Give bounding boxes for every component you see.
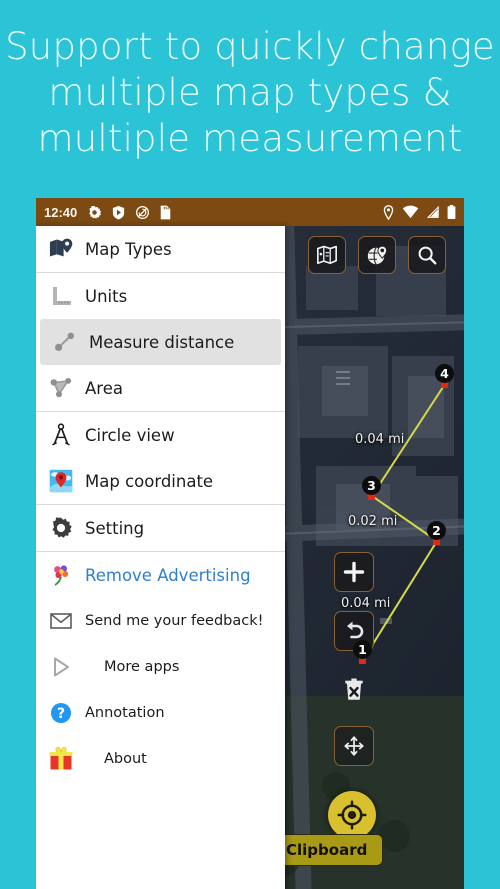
distance-label-2-3: 0.02 mi	[348, 514, 398, 529]
gift-icon	[46, 744, 76, 774]
menu-label: Map Types	[85, 239, 172, 259]
add-point-button[interactable]	[334, 552, 374, 592]
menu-label: About	[104, 751, 147, 767]
globe-pin-icon	[367, 245, 387, 264]
marker-2[interactable]: 2	[427, 521, 446, 540]
menu-item-about[interactable]: About	[36, 736, 285, 782]
gear-icon	[46, 513, 76, 543]
status-time: 12:40	[44, 204, 78, 220]
menu-item-remove-advertising[interactable]: Remove Advertising	[36, 552, 285, 598]
map-layers-icon	[317, 245, 337, 265]
menu-item-more-apps[interactable]: More apps	[36, 644, 285, 690]
status-right-icons	[382, 204, 456, 220]
phone-screen: 1 2 3 4 0.04 mi 0.02 mi 0.04 mi Clipboar…	[36, 198, 464, 889]
menu-label: More apps	[104, 659, 180, 675]
navigation-drawer: Map Types Units Measure distance Area Ci…	[36, 226, 285, 889]
area-polygon-icon	[46, 373, 76, 403]
promo-line-3: multiple measurement	[37, 117, 463, 160]
signal-icon	[426, 205, 439, 218]
menu-label: Setting	[85, 518, 145, 538]
status-left-icons	[87, 205, 172, 220]
clipboard-label: Clipboard	[286, 841, 368, 859]
search-button[interactable]	[408, 236, 446, 274]
promo-screenshot: Support to quickly change multiple map t…	[0, 0, 500, 889]
search-icon	[418, 246, 437, 265]
menu-label: Units	[85, 286, 128, 306]
marker-1[interactable]: 1	[353, 640, 372, 659]
menu-item-send-feedback[interactable]: Send me your feedback!	[36, 598, 285, 644]
status-bar: 12:40	[36, 198, 464, 226]
my-place-button[interactable]	[358, 236, 396, 274]
location-icon	[383, 204, 394, 220]
menu-label: Annotation	[85, 705, 165, 721]
delete-all-button[interactable]	[334, 670, 374, 710]
menu-label: Send me your feedback!	[85, 613, 264, 629]
menu-item-measure-distance[interactable]: Measure distance	[40, 319, 281, 365]
menu-label: Map coordinate	[85, 471, 214, 491]
distance-label-1-2: 0.04 mi	[341, 596, 391, 611]
promo-headline: Support to quickly change multiple map t…	[0, 24, 500, 162]
play-store-icon	[46, 652, 76, 682]
menu-item-area[interactable]: Area	[36, 365, 285, 411]
menu-label: Remove Advertising	[85, 565, 251, 585]
no-sync-icon	[136, 205, 150, 219]
menu-item-annotation[interactable]: ? Annotation	[36, 690, 285, 736]
menu-item-circle-view[interactable]: Circle view	[36, 412, 285, 458]
plus-icon	[343, 561, 365, 583]
map-types-icon	[46, 234, 76, 264]
menu-item-units[interactable]: Units	[36, 273, 285, 319]
measure-line-icon	[50, 327, 80, 357]
map-pin-tile-icon	[46, 466, 76, 496]
menu-item-setting[interactable]: Setting	[36, 505, 285, 551]
menu-item-map-coordinate[interactable]: Map coordinate	[36, 458, 285, 504]
question-help-icon: ?	[46, 698, 76, 728]
play-shield-icon	[113, 205, 125, 219]
marker-3[interactable]: 3	[362, 476, 381, 495]
my-location-button[interactable]	[328, 791, 376, 839]
expand-arrows-icon	[344, 736, 364, 756]
promo-line-2: multiple map types &	[48, 71, 452, 114]
crosshair-icon	[337, 800, 367, 830]
menu-label: Circle view	[85, 425, 175, 445]
marker-4[interactable]: 4	[435, 364, 454, 383]
menu-item-map-types[interactable]: Map Types	[36, 226, 285, 272]
distance-label-3-4: 0.04 mi	[355, 432, 405, 447]
flower-icon	[46, 560, 76, 590]
trash-x-icon	[345, 678, 363, 700]
map-layers-button[interactable]	[308, 236, 346, 274]
ruler-icon	[46, 281, 76, 311]
menu-label: Measure distance	[89, 332, 235, 352]
wifi-icon	[402, 205, 419, 219]
fit-bounds-button[interactable]	[334, 726, 374, 766]
sdcard-icon	[160, 205, 171, 219]
envelope-icon	[46, 606, 76, 636]
menu-label: Area	[85, 378, 123, 398]
svg-text:?: ?	[57, 706, 65, 722]
compass-icon	[46, 420, 76, 450]
battery-icon	[447, 204, 456, 220]
promo-line-1: Support to quickly change	[5, 25, 495, 68]
gear-icon	[89, 205, 102, 219]
